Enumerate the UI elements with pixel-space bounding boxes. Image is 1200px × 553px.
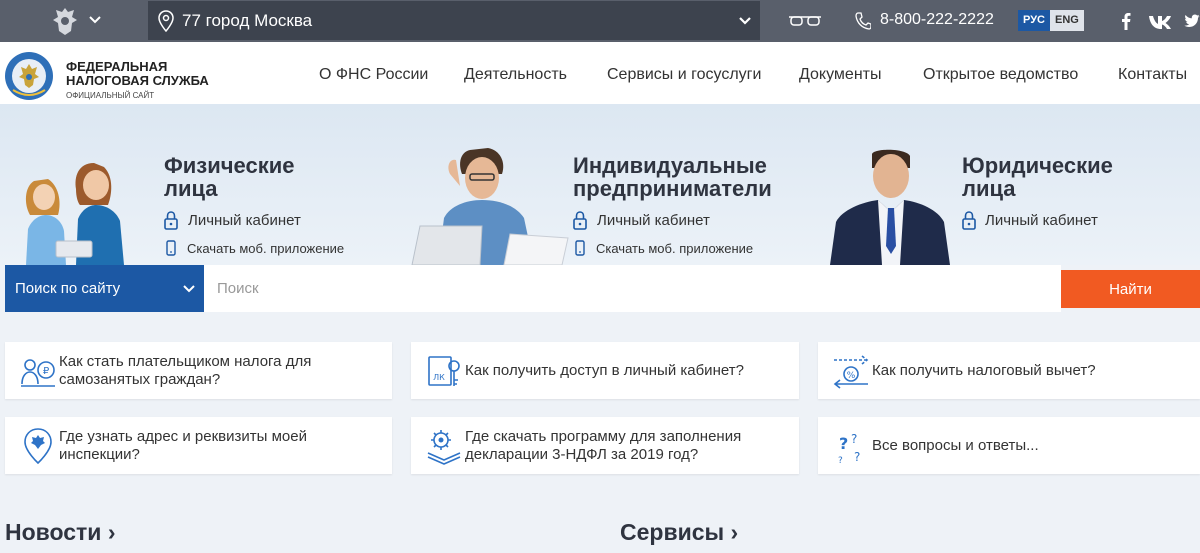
facebook-icon[interactable] [1121,12,1131,30]
businessman-photo [830,149,950,265]
hotline-phone[interactable]: 8-800-222-2222 [880,11,994,29]
card-entrepreneurs-title[interactable]: Индивидуальные предприниматели [573,154,772,200]
logo-subtitle: ОФИЦИАЛЬНЫЙ САЙТ [66,91,155,100]
mobile-phone-icon [575,240,585,256]
entrepreneurs-cabinet-link[interactable]: Личный кабинет [597,212,710,229]
lang-ru-button[interactable]: РУС [1018,10,1050,31]
lock-icon [962,211,976,230]
chevron-down-icon [739,17,751,25]
faq-text: Как получить налоговый вычет? [872,362,1096,379]
faq-inspection-address[interactable]: Где узнать адрес и реквизиты моей инспек… [5,417,392,474]
lock-icon [573,211,587,230]
svg-text:?: ? [854,450,860,464]
fns-logo-emblem-icon[interactable] [3,50,55,102]
nav-open-agency[interactable]: Открытое ведомство [923,66,1078,84]
chevron-down-icon[interactable] [88,13,102,27]
location-pin-icon [158,9,174,32]
news-section-title[interactable]: Новости › [5,519,116,546]
nav-activity[interactable]: Деятельность [464,66,567,84]
search-button[interactable]: Найти [1061,270,1200,308]
individuals-cabinet-link[interactable]: Личный кабинет [188,212,301,229]
family-photo [25,163,124,265]
logo-title-line1[interactable]: ФЕДЕРАЛЬНАЯ [66,60,167,74]
faq-text: Как получить доступ в личный кабинет? [465,362,744,379]
svg-text:?: ? [839,434,848,453]
faq-text: Где узнать адрес и реквизиты моей инспек… [59,428,307,463]
svg-text:?: ? [851,432,857,446]
search-input[interactable] [204,265,1061,312]
nav-documents[interactable]: Документы [799,66,881,84]
entrepreneur-photo [411,148,569,265]
svg-text:ЛК: ЛК [433,373,445,382]
region-text: 77 город Москва [182,10,313,30]
faq-text: Где скачать программу для заполнения дек… [465,428,742,463]
services-section-title[interactable]: Сервисы › [620,519,738,546]
faq-all-questions[interactable]: ? ? ? ? Все вопросы и ответы... [818,417,1200,474]
site-header: ФЕДЕРАЛЬНАЯ НАЛОГОВАЯ СЛУЖБА ОФИЦИАЛЬНЫЙ… [0,42,1200,104]
vkontakte-icon[interactable] [1148,12,1172,30]
card-legal-entities-title[interactable]: Юридические лица [962,154,1113,200]
svg-text:%: % [847,371,856,381]
logo-title-line2[interactable]: НАЛОГОВАЯ СЛУЖБА [66,74,209,88]
faq-tax-deduction[interactable]: % Как получить налоговый вычет? [818,342,1200,399]
download-program-gear-icon [427,430,461,465]
hero-categories: Физические лица Личный кабинет Скачать мо… [0,104,1200,265]
low-vision-glasses-icon[interactable] [788,13,822,29]
twitter-icon[interactable] [1183,12,1200,30]
lang-en-button[interactable]: ENG [1049,10,1084,31]
faq-text: Все вопросы и ответы... [872,437,1039,454]
mobile-phone-icon [166,240,176,256]
region-selector[interactable]: 77 город Москва [148,1,760,40]
chevron-down-icon [183,285,195,293]
faq-text: Как стать плательщиком налога для самоза… [59,353,312,388]
eagle-emblem-icon[interactable] [50,5,80,37]
svg-text:₽: ₽ [43,366,50,377]
card-individuals-title[interactable]: Физические лица [164,154,295,200]
top-bar: 77 город Москва 8-800-222-2222 РУС ENG [0,0,1200,42]
language-switch: РУС ENG [1018,10,1084,31]
phone-icon [855,12,871,30]
nav-services[interactable]: Сервисы и госуслуги [607,66,761,84]
entrepreneurs-app-link[interactable]: Скачать моб. приложение [596,241,753,256]
self-employed-tax-icon: ₽ [21,359,55,387]
nav-contacts[interactable]: Контакты [1118,66,1187,84]
lock-icon [164,211,178,230]
inspection-location-icon [24,428,52,465]
faq-cabinet-access[interactable]: ЛК Как получить доступ в личный кабинет? [411,342,799,399]
search-scope-select[interactable]: Поиск по сайту [5,265,204,312]
faq-download-program[interactable]: Где скачать программу для заполнения дек… [411,417,799,474]
individuals-app-link[interactable]: Скачать моб. приложение [187,241,344,256]
question-marks-icon: ? ? ? ? [838,432,860,465]
tax-deduction-percent-icon: % [833,355,869,389]
legal-entities-cabinet-link[interactable]: Личный кабинет [985,212,1098,229]
svg-text:?: ? [838,456,843,465]
nav-about[interactable]: О ФНС России [319,66,428,84]
cabinet-key-icon: ЛК [428,356,460,386]
faq-self-employed[interactable]: ₽ Как стать плательщиком налога для само… [5,342,392,399]
